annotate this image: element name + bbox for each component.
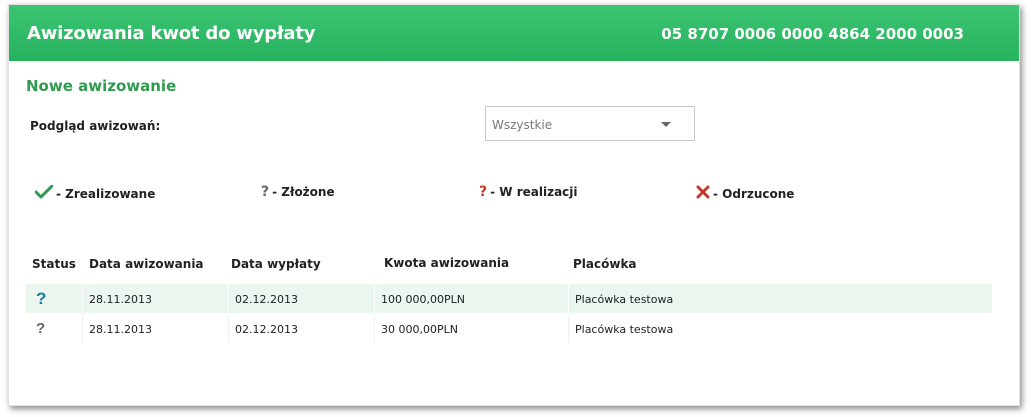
cell-advice-date: 28.11.2013: [89, 293, 152, 306]
legend-in-progress-label: - W realizacji: [490, 185, 578, 199]
legend-rejected: - Odrzucone: [696, 185, 794, 202]
cell-amount: 100 000,00: [381, 293, 444, 306]
cell-advice-date: 28.11.2013: [89, 323, 152, 336]
legend-completed: - Zrealizowane: [34, 184, 156, 202]
status-filter-select[interactable]: Wszystkie: [485, 106, 695, 141]
status-filter-value: Wszystkie: [492, 118, 553, 132]
cell-payout-date: 02.12.2013: [235, 323, 298, 336]
account-number: 05 8707 0006 0000 4864 2000 0003: [661, 25, 964, 43]
chevron-down-icon: [661, 122, 671, 127]
cell-currency: PLN: [437, 323, 458, 336]
main-panel: Awizowania kwot do wypłaty 05 8707 0006 …: [8, 4, 1020, 406]
legend-submitted: ? - Złożone: [261, 185, 335, 199]
question-teal-icon: ?: [36, 289, 47, 308]
legend-rejected-label: - Odrzucone: [713, 186, 795, 201]
legend-in-progress: ? - W realizacji: [479, 185, 578, 199]
legend-completed-label: - Zrealizowane: [56, 186, 156, 201]
col-header-payout-date: Data wypłaty: [231, 257, 321, 271]
new-advice-link[interactable]: Nowe awizowanie: [26, 77, 176, 95]
legend-submitted-label: - Złożone: [272, 185, 335, 199]
col-header-status: Status: [32, 257, 76, 271]
cell-payout-date: 02.12.2013: [235, 293, 298, 306]
page-title: Awizowania kwot do wypłaty: [27, 23, 316, 44]
cell-currency: PLN: [444, 293, 465, 306]
table-row[interactable]: ? 28.11.2013 02.12.2013 30 000,00 PLN Pl…: [26, 314, 992, 343]
col-header-branch: Placówka: [573, 257, 637, 271]
cross-icon: [696, 185, 710, 202]
question-red-icon: ?: [479, 184, 488, 200]
filter-label: Podgląd awizowań:: [30, 119, 161, 133]
cell-branch: Placówka testowa: [575, 323, 674, 336]
question-gray-icon: ?: [261, 184, 270, 200]
table-row[interactable]: ? 28.11.2013 02.12.2013 100 000,00 PLN P…: [26, 284, 992, 313]
page-header: Awizowania kwot do wypłaty 05 8707 0006 …: [9, 5, 1019, 61]
cell-amount: 30 000,00: [381, 323, 437, 336]
question-gray-icon: ?: [36, 320, 46, 337]
col-header-amount: Kwota awizowania: [384, 256, 510, 270]
check-icon: [34, 184, 54, 202]
cell-branch: Placówka testowa: [575, 293, 674, 306]
col-header-advice-date: Data awizowania: [89, 257, 204, 271]
